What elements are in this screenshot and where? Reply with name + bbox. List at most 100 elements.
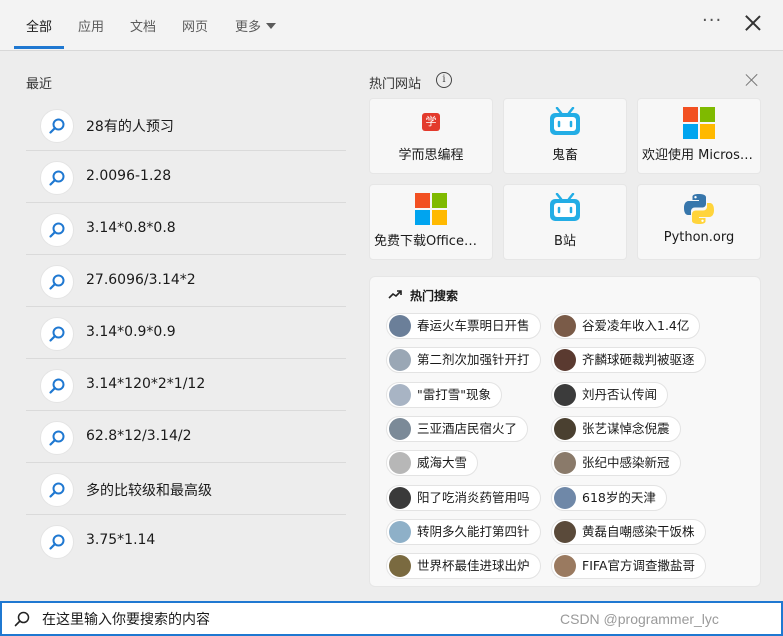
search-icon [40,473,74,507]
news-thumbnail [389,315,411,337]
search-icon [40,213,74,247]
recent-item[interactable]: 3.14*0.8*0.8 [26,203,346,255]
hot-search-label: 齐麟球砸裁判被驱逐 [582,352,695,368]
search-bar[interactable]: CSDN @programmer_lyc [0,601,783,636]
hot-search-label: 刘丹否认传闻 [582,386,658,402]
hot-search-label: 618岁的天津 [582,489,656,505]
recent-item[interactable]: 27.6096/3.14*2 [26,255,346,307]
search-icon [40,317,74,351]
watermark: CSDN @programmer_lyc [560,611,719,627]
tab-apps[interactable]: 应用 [78,16,104,35]
bilibili-icon [550,107,580,135]
news-thumbnail [389,520,411,543]
trending-icon [388,290,402,299]
hot-search-item[interactable]: 张纪中感染新冠 [551,450,681,477]
hot-search-item[interactable]: 谷爱凌年收入1.4亿 [551,313,701,339]
active-tab-indicator [14,46,64,49]
hot-search-item[interactable]: "雷打雪"现象 [386,381,502,408]
hot-sites-title: 热门网站 [369,77,422,92]
recent-item[interactable]: 3.75*1.14 [26,515,346,566]
hot-search-label: 阳了吃消炎药管用吗 [417,489,530,505]
site-tile-guichu[interactable]: 鬼畜 [503,98,627,174]
site-tile-label: 免费下载Office应用 [374,234,488,249]
news-thumbnail [554,383,576,406]
recent-item[interactable]: 多的比较级和最高级 [26,463,346,515]
hot-search-item[interactable]: 齐麟球砸裁判被驱逐 [551,347,706,374]
chevron-down-icon [266,23,277,29]
hot-search-item[interactable]: FIFA官方调查撒盐哥 [551,553,706,580]
news-thumbnail [554,520,576,543]
hot-search-item[interactable]: 春运火车票明日开售 [386,313,541,339]
site-tile-office[interactable]: 免费下载Office应用 [369,184,493,260]
hot-search-title: 热门搜索 [410,289,459,303]
more-options-button[interactable]: ··· [702,10,722,31]
news-thumbnail [554,417,576,440]
recent-item-label: 3.14*120*2*1/12 [86,376,206,392]
hot-search-item[interactable]: 黄磊自嘲感染干饭株 [551,518,706,545]
python-icon [684,194,714,224]
site-tile-xueersi[interactable]: 学 学而思编程 [369,98,493,174]
recent-item-label: 3.14*0.9*0.9 [86,324,176,340]
site-tile-label: 欢迎使用 Microsoft Edge [642,148,756,163]
hot-search-label: 谷爱凌年收入1.4亿 [582,318,690,333]
info-icon[interactable]: i [436,72,452,88]
hot-search-label: 张艺谋悼念倪震 [582,420,670,436]
hot-search-item[interactable]: 刘丹否认传闻 [551,381,669,408]
search-icon [40,525,74,559]
xue-icon: 学 [422,113,440,131]
tab-documents[interactable]: 文档 [130,16,156,35]
hot-search-label: 黄磊自嘲感染干饭株 [582,523,695,539]
hot-search-label: 转阴多久能打第四针 [417,523,530,539]
hot-search-item[interactable]: 威海大雪 [386,450,479,477]
news-thumbnail [389,452,411,475]
hot-search-label: 春运火车票明日开售 [417,318,530,333]
news-thumbnail [389,349,411,372]
hot-search-item[interactable]: 第二剂次加强针开打 [386,347,541,374]
search-input[interactable] [40,607,524,633]
site-tile-edge[interactable]: 欢迎使用 Microsoft Edge [637,98,761,174]
hot-search-label: FIFA官方调查撒盐哥 [582,558,695,574]
search-icon [40,161,74,195]
news-thumbnail [554,349,576,372]
recent-item[interactable]: 3.14*0.9*0.9 [26,307,346,359]
search-icon [14,611,30,627]
tab-web[interactable]: 网页 [182,16,208,35]
hot-search-item[interactable]: 转阴多久能打第四针 [386,518,541,545]
search-icon [40,369,74,403]
hot-search-item[interactable]: 三亚酒店民宿火了 [386,415,529,442]
recent-item[interactable]: 28有的人预习 [26,99,346,151]
hot-search-label: 威海大雪 [417,455,468,471]
site-tile-bilibili[interactable]: B站 [503,184,627,260]
recent-item[interactable]: 3.14*120*2*1/12 [26,359,346,411]
tab-more-label: 更多 [235,20,262,35]
news-thumbnail [554,555,576,578]
news-thumbnail [389,417,411,440]
hot-search-panel: 热门搜索 春运火车票明日开售 谷爱凌年收入1.4亿第二剂次加强针开打 齐麟球砸裁判被… [369,276,761,587]
hot-search-label: 世界杯最佳进球出炉 [417,558,530,574]
microsoft-icon [415,193,447,225]
hot-search-item[interactable]: 618岁的天津 [551,484,667,511]
news-thumbnail [554,315,576,337]
tab-all[interactable]: 全部 [26,16,52,35]
hot-search-label: 第二剂次加强针开打 [417,352,530,368]
news-thumbnail [389,486,411,509]
recent-item-label: 3.75*1.14 [86,532,156,548]
hot-search-item[interactable]: 世界杯最佳进球出炉 [386,553,541,580]
news-thumbnail [389,383,411,406]
recent-item-label: 27.6096/3.14*2 [86,272,196,288]
top-bar: 全部 应用 文档 网页 更多 ··· [0,0,783,51]
recent-item[interactable]: 62.8*12/3.14/2 [26,411,346,463]
close-icon[interactable] [745,73,759,87]
hot-search-item[interactable]: 张艺谋悼念倪震 [551,415,681,442]
site-tile-label: 学而思编程 [398,148,464,163]
site-tile-python[interactable]: Python.org [637,184,761,260]
bilibili-icon [550,193,580,221]
tab-more[interactable]: 更多 [235,16,277,35]
recent-item-label: 多的比较级和最高级 [86,483,212,499]
recent-item[interactable]: 2.0096-1.28 [26,151,346,203]
site-tile-label: B站 [554,234,576,249]
recent-title: 最近 [26,77,53,92]
hot-search-item[interactable]: 阳了吃消炎药管用吗 [386,484,541,511]
close-icon[interactable] [744,14,762,32]
microsoft-icon [683,107,715,139]
